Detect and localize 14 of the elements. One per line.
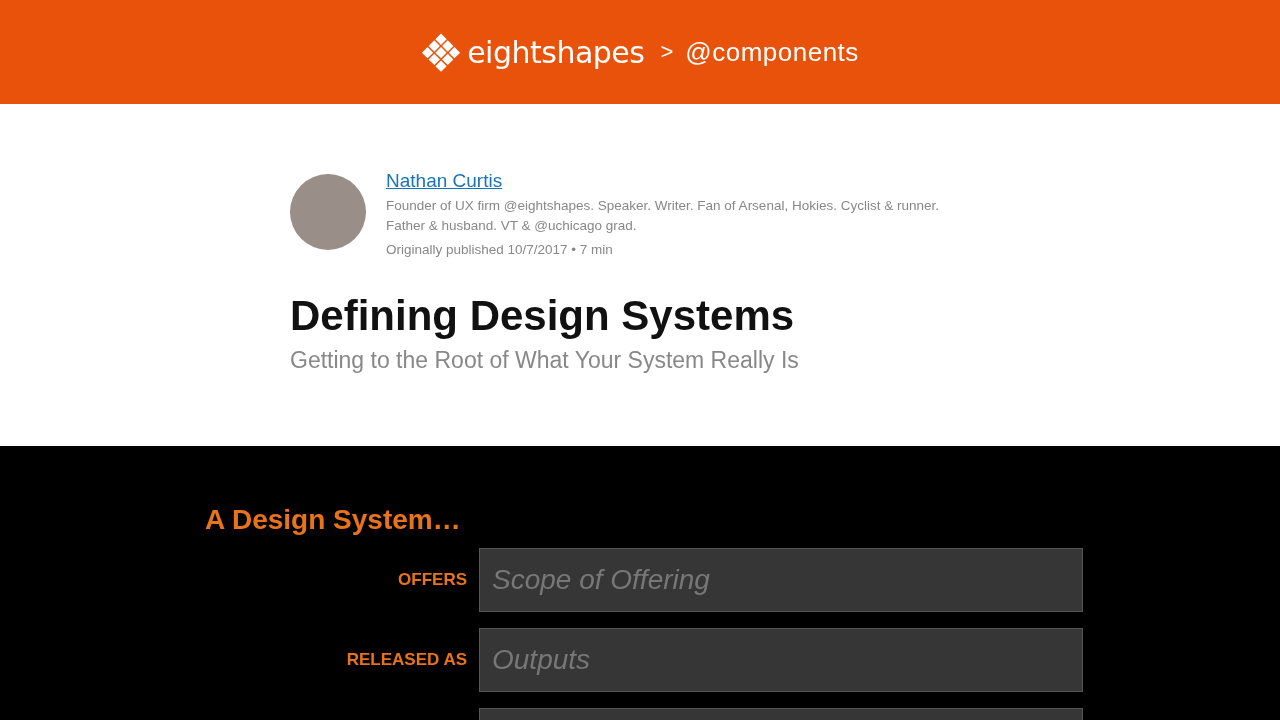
article-subtitle: Getting to the Root of What Your System Really Is xyxy=(290,347,800,375)
article-title: Defining Design Systems xyxy=(290,293,796,340)
publish-meta: Originally published 10/7/2017 • 7 min xyxy=(386,242,614,257)
box-text: Outputs xyxy=(492,644,591,676)
diagram-heading: A Design System… xyxy=(205,504,462,536)
row-label: OFFERS xyxy=(397,570,467,590)
section-link[interactable]: @components xyxy=(685,36,859,68)
brand-link[interactable]: eightshapes xyxy=(467,34,645,70)
breadcrumb-separator: > xyxy=(660,39,674,65)
author-link[interactable]: Nathan Curtis xyxy=(386,170,503,191)
row-label: RELEASED AS xyxy=(345,650,467,670)
box-text: Scope of Offering xyxy=(492,564,710,596)
author-bio: Founder of UX firm @eightshapes. Speaker. Writer. Fan of Arsenal, Hokies. Cyclist & runner. Father & husband. VT & @uchicago grad. xyxy=(386,197,940,235)
logo-icon xyxy=(421,32,462,72)
